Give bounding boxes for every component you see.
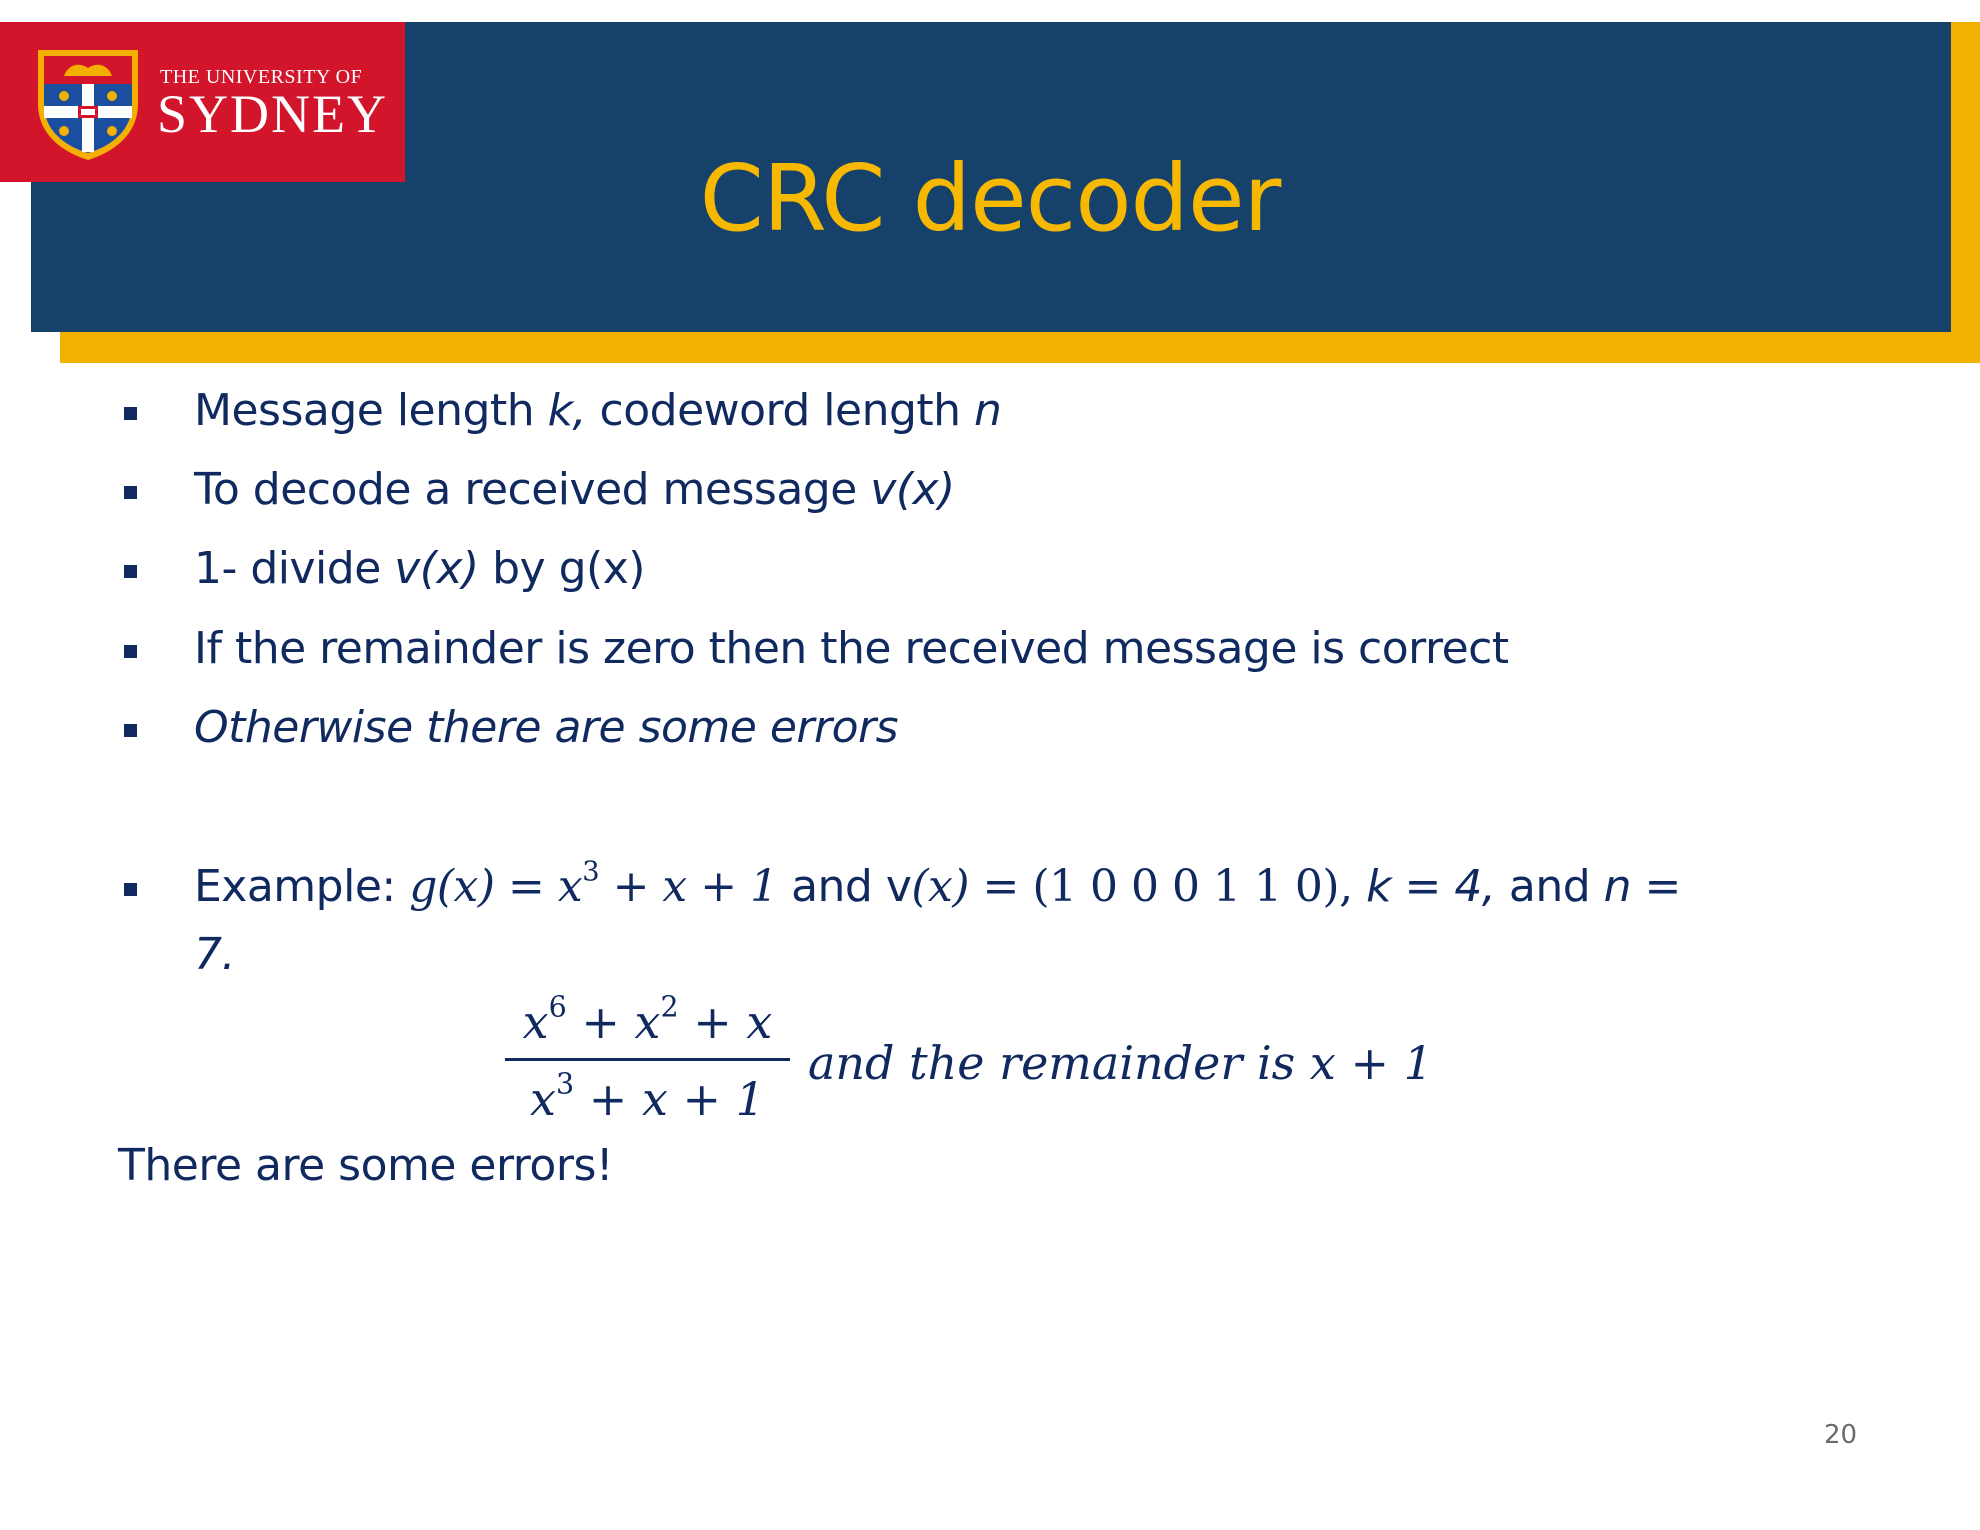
bullet-text: To decode a received message v(x) (194, 464, 955, 515)
bullet-marker-icon (124, 407, 137, 420)
bullet-item: Message length k, codeword length n (0, 385, 1900, 445)
example-text: Example: g(x) = x3 + x + 1 and v(x) = (1… (194, 858, 1682, 912)
italic-run: v(x) (870, 464, 955, 515)
division-fraction: x6 + x2 + x x3 + x + 1 (505, 990, 790, 1131)
math-term: + x + 1 (599, 861, 779, 912)
math-vector: = (1 0 0 0 1 1 0), (969, 861, 1354, 912)
text-run: by g(x) (478, 543, 645, 594)
math-exponent: 3 (582, 856, 600, 888)
math-term: x (522, 995, 549, 1049)
text-run: Message length (194, 385, 548, 436)
text-run: codeword length (586, 385, 975, 436)
italic-run: v(x) (394, 543, 479, 594)
text-run: and (1495, 861, 1604, 912)
bullet-text: Otherwise there are some errors (194, 702, 899, 753)
fraction-denominator: x3 + x + 1 (505, 1067, 790, 1131)
bullet-text: 1- divide v(x) by g(x) (194, 543, 645, 594)
italic-run: k = 4, (1352, 861, 1496, 912)
math-exponent: 3 (556, 1067, 575, 1101)
italic-run: n (974, 385, 1002, 436)
bullet-marker-icon (124, 883, 137, 896)
math-term: x (530, 1072, 556, 1126)
gold-accent-right (1950, 22, 1980, 363)
bullet-item: If the remainder is zero then the receiv… (0, 623, 1900, 683)
bullet-marker-icon (124, 486, 137, 499)
university-crest-icon (38, 50, 138, 160)
math-exponent: 6 (548, 990, 567, 1024)
fraction-bar (505, 1058, 790, 1061)
bullet-item: 1- divide v(x) by g(x) (0, 543, 1900, 603)
bullet-marker-icon (124, 724, 137, 737)
example-wrap: 7. (194, 929, 235, 980)
page-number: 20 (1824, 1420, 1858, 1450)
bullet-item: Otherwise there are some errors (0, 702, 1900, 762)
math-exponent: 2 (660, 990, 679, 1024)
slide: CRC decoder THE UNIVERSITY OF SYDNEY Mes… (0, 0, 1980, 1530)
fraction-numerator: x6 + x2 + x (505, 990, 790, 1054)
remainder-statement: and the remainder is x + 1 (808, 1036, 1433, 1090)
math-term: + x (566, 995, 661, 1049)
example-label: Example: (194, 861, 396, 912)
university-logo: THE UNIVERSITY OF SYDNEY (0, 22, 405, 182)
text-run: and v (777, 861, 912, 912)
math-gx: g(x) = (409, 861, 545, 912)
math-term: x (557, 861, 583, 912)
math-term: + x (678, 995, 773, 1049)
bullet-text: Message length k, codeword length n (194, 385, 1002, 436)
logo-text-large: SYDNEY (157, 84, 389, 144)
gold-accent-bar (60, 330, 1980, 363)
conclusion-text: There are some errors! (118, 1140, 614, 1191)
italic-run: k, (547, 385, 587, 436)
bullet-text: If the remainder is zero then the receiv… (194, 623, 1509, 674)
math-term: (x) (911, 861, 970, 912)
example-bullet: Example: g(x) = x3 + x + 1 and v(x) = (1… (0, 858, 1900, 981)
bullet-marker-icon (124, 645, 137, 658)
text-run: To decode a received message (194, 464, 871, 515)
italic-run: n = (1603, 861, 1682, 912)
text-run: 1- divide (194, 543, 395, 594)
slide-title: CRC decoder (699, 145, 1282, 252)
bullet-item: To decode a received message v(x) (0, 464, 1900, 524)
bullet-marker-icon (124, 565, 137, 578)
math-term: + x + 1 (574, 1072, 765, 1126)
